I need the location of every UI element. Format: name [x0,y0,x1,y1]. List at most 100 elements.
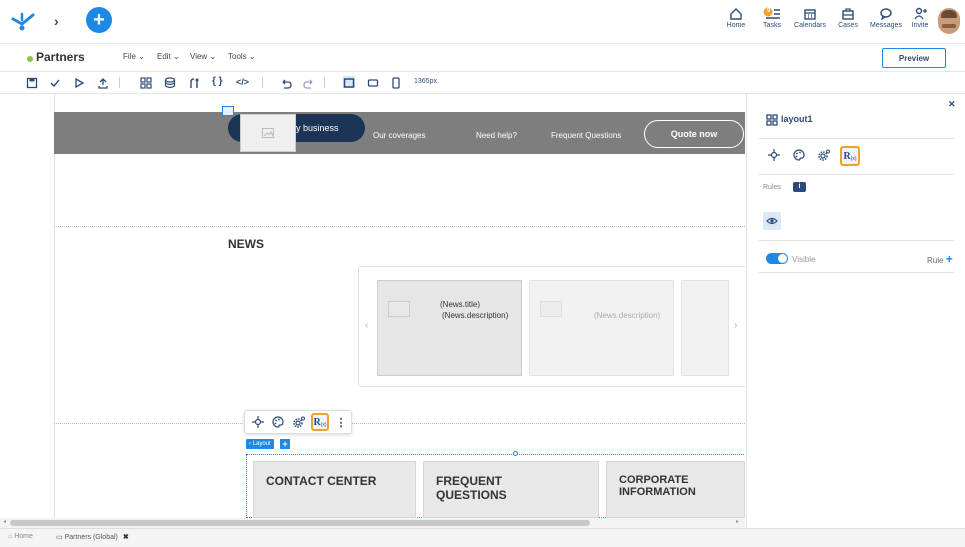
mobile-view-icon[interactable] [390,76,402,89]
chevron-down-icon: ⌄ [173,52,180,61]
more-options-icon[interactable]: ⋮ [332,413,350,431]
menu-view[interactable]: View ⌄ [190,52,216,61]
palette-icon[interactable] [269,413,287,431]
corporate-information-card[interactable]: CORPORATE INFORMATION [606,461,745,518]
rules-icon[interactable]: R (x) [311,413,329,431]
move-icon[interactable] [249,413,267,431]
contact-center-card[interactable]: CONTACT CENTER [253,461,416,518]
flow-icon[interactable] [188,76,200,88]
home-icon [730,8,742,20]
scrollbar-thumb[interactable] [10,520,590,526]
layout-tag[interactable]: ‹ Layout [246,439,274,449]
nav-invite-label: Invite [911,22,929,29]
code-icon[interactable]: </> [236,76,249,88]
user-avatar[interactable] [938,8,960,34]
visible-toggle[interactable] [766,253,788,264]
chevron-right-icon[interactable]: › [54,13,59,29]
preview-button[interactable]: Preview [882,48,946,68]
header-link-help[interactable]: Need help? [476,131,517,140]
nav-home[interactable]: Home [716,7,756,29]
braces-icon[interactable]: { } [212,76,224,88]
tab-partners[interactable]: ▭ Partners (Global) ✖ [56,533,129,541]
settings-icon[interactable] [290,413,308,431]
menu-bar: Partners File ⌄ Edit ⌄ View ⌄ Tools ⌄ Pr… [0,44,965,72]
canvas-horizontal-scrollbar[interactable]: ◂ ▸ [0,518,745,528]
image-placeholder-icon [388,301,410,317]
viewport-width-label: 1365px [414,78,437,85]
layout-type-icon [766,113,778,131]
add-button[interactable]: + [86,7,112,33]
nav-calendars[interactable]: Calendars [790,7,830,29]
quote-now-label: Quote now [670,129,718,139]
status-bar: ⌂ Home ▭ Partners (Global) ✖ [0,528,965,547]
close-tab-icon[interactable]: ✖ [123,534,129,541]
app-logo-icon[interactable] [10,10,36,32]
section-divider [54,226,745,227]
home-icon: ⌂ [8,533,13,540]
tab-home[interactable]: ⌂ Home [8,533,33,540]
database-icon[interactable] [164,76,176,89]
properties-panel: ✕ layout1 R (x) Rules i Visible Rule + [746,94,965,528]
export-icon[interactable] [97,76,109,89]
undo-icon[interactable] [280,76,292,89]
add-rule-button[interactable]: Rule + [927,252,953,266]
news-card[interactable]: (News.description) [529,280,674,376]
panel-move-icon[interactable] [765,146,783,164]
news-card-title: (News.title) [440,300,481,309]
nav-home-label: Home [726,22,746,29]
scroll-left-icon[interactable]: ◂ [3,518,6,525]
news-card[interactable]: (News.title) (News.description) [377,280,522,376]
design-canvas[interactable]: y business Our coverages Need help? Freq… [0,94,745,518]
scroll-right-icon[interactable]: ▸ [736,518,739,525]
news-card-description: (News.description) [594,311,661,320]
visibility-rule-button[interactable] [763,212,781,230]
redo-icon[interactable] [303,76,315,89]
toolbar-separator [262,77,263,88]
panel-settings-icon[interactable] [815,146,833,164]
carousel-prev-icon[interactable]: ‹ [365,320,368,331]
toolbar-separator [119,77,120,88]
menu-tools[interactable]: Tools ⌄ [228,52,256,61]
panel-rules-icon[interactable]: R (x) [840,146,860,166]
selected-element-marker[interactable] [222,106,234,116]
check-icon[interactable] [49,76,61,88]
header-image-placeholder[interactable] [240,114,296,152]
panel-divider [759,272,954,273]
carousel-next-icon[interactable]: › [734,320,737,331]
plus-icon: + [93,9,105,31]
nav-tasks[interactable]: Tasks 9 [752,7,792,29]
panel-palette-icon[interactable] [790,146,808,164]
quote-now-button[interactable]: Quote now [644,120,744,148]
image-placeholder-icon [540,301,562,317]
close-icon[interactable]: ✕ [948,99,956,110]
header-link-faq[interactable]: Frequent Questions [551,131,621,140]
components-icon[interactable] [140,76,152,89]
toolbar-separator [324,77,325,88]
menu-edit[interactable]: Edit ⌄ [157,52,180,61]
nav-calendars-label: Calendars [794,22,826,29]
layout-add-button[interactable]: + [280,439,290,449]
title-status-dot [27,56,33,62]
layout-resize-handle[interactable] [513,451,518,456]
canvas-left-guide [54,94,55,518]
page-icon: ▭ [56,534,63,541]
image-icon [262,128,274,138]
news-card[interactable] [681,280,729,376]
header-link-coverages[interactable]: Our coverages [373,131,425,140]
save-icon[interactable] [26,76,38,89]
panel-divider [759,138,954,139]
nav-invite[interactable]: Invite [900,7,940,29]
nav-cases[interactable]: Cases [828,7,868,29]
play-icon[interactable] [73,76,85,89]
news-heading: NEWS [228,237,264,251]
preview-button-label: Preview [898,53,930,63]
frequent-questions-card[interactable]: FREQUENT QUESTIONS [423,461,599,518]
cases-icon [842,8,854,20]
tablet-view-icon[interactable] [367,76,379,88]
header-business-pill-label: y business [296,123,339,133]
editor-toolbar: { } </> 1365px [0,72,965,94]
rules-info-icon[interactable]: i [793,182,806,192]
menu-file[interactable]: File ⌄ [123,52,145,61]
desktop-view-icon[interactable] [343,76,355,88]
visible-label: Visible [792,255,816,264]
